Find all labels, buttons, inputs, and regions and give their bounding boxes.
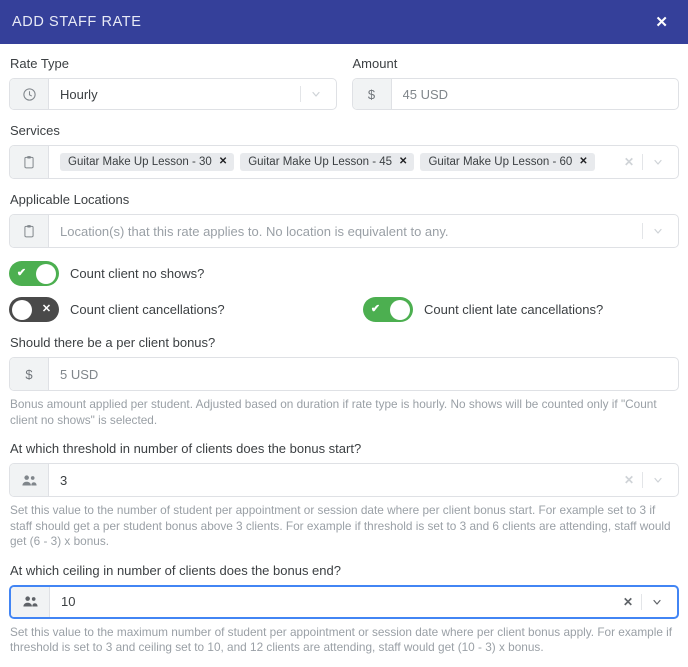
bonus-field: Should there be a per client bonus? $ 5 … <box>9 335 679 428</box>
dollar-icon: $ <box>10 358 49 390</box>
threshold-adornments: ✕ <box>616 464 678 496</box>
services-adornments: ✕ <box>616 146 678 178</box>
chevron-down-icon[interactable] <box>301 88 329 100</box>
toggle-label: Count client late cancellations? <box>424 302 604 317</box>
ceiling-value-area[interactable]: 10 <box>50 587 615 617</box>
amount-input-group[interactable]: $ 45 USD <box>351 78 679 110</box>
service-chip[interactable]: Guitar Make Up Lesson - 60 ✕ <box>420 153 595 171</box>
ceiling-select[interactable]: 10 ✕ <box>9 584 679 619</box>
page-title: ADD STAFF RATE <box>12 14 142 30</box>
people-icon <box>11 586 50 617</box>
amount-input[interactable]: 45 USD <box>403 87 449 102</box>
service-chip[interactable]: Guitar Make Up Lesson - 30 ✕ <box>60 153 235 171</box>
services-multiselect[interactable]: Guitar Make Up Lesson - 30 ✕ Guitar Make… <box>9 145 679 179</box>
locations-label: Applicable Locations <box>10 192 130 207</box>
bonus-input[interactable]: 5 USD <box>60 367 98 382</box>
dollar-icon: $ <box>352 79 392 109</box>
bonus-label: Should there be a per client bonus? <box>10 335 216 350</box>
locations-select[interactable]: Location(s) that this rate applies to. N… <box>9 214 679 248</box>
clipboard-icon <box>10 215 49 247</box>
clipboard-icon <box>10 146 49 178</box>
rate-type-adornments <box>299 79 336 109</box>
people-icon <box>10 464 49 497</box>
ceiling-adornments: ✕ <box>615 587 677 617</box>
locations-field: Applicable Locations Location(s) that th… <box>9 192 679 248</box>
toggle-glyph: ✔ <box>370 303 381 315</box>
service-chip-label: Guitar Make Up Lesson - 60 <box>428 156 573 168</box>
rate-type-value-area: Hourly <box>49 79 300 109</box>
dollar-sign: $ <box>25 366 33 382</box>
service-chip-label: Guitar Make Up Lesson - 45 <box>248 156 393 168</box>
modal-body: Rate Type Hourly Amount $ 45 USD Service… <box>0 44 688 656</box>
toggle-switch[interactable]: ✔ <box>9 261 59 286</box>
chevron-down-icon[interactable] <box>643 156 671 168</box>
threshold-select[interactable]: 3 ✕ <box>9 463 679 498</box>
toggle-count-no-shows[interactable]: ✔ Count client no shows? <box>9 261 679 286</box>
close-icon[interactable]: ✕ <box>653 11 670 34</box>
toggle-switch[interactable]: ✕ <box>9 297 59 322</box>
dollar-sign: $ <box>367 86 376 102</box>
ceiling-field: At which ceiling in number of clients do… <box>9 563 679 656</box>
threshold-field: At which threshold in number of clients … <box>9 441 679 550</box>
modal-header: ADD STAFF RATE ✕ <box>0 0 688 44</box>
locations-value-area[interactable]: Location(s) that this rate applies to. N… <box>49 215 642 247</box>
rate-amount-row: Rate Type Hourly Amount $ 45 USD <box>9 56 679 110</box>
chevron-down-icon[interactable] <box>643 225 671 237</box>
toggle-label: Count client no shows? <box>70 266 205 281</box>
toggle-glyph: ✕ <box>41 303 52 315</box>
locations-adornments <box>642 215 678 247</box>
bonus-value-area[interactable]: 5 USD <box>49 358 678 390</box>
remove-chip-icon[interactable]: ✕ <box>219 157 227 167</box>
ceiling-input[interactable]: 10 <box>61 594 75 609</box>
remove-chip-icon[interactable]: ✕ <box>399 157 407 167</box>
remove-chip-icon[interactable]: ✕ <box>579 157 587 167</box>
toggle-label: Count client cancellations? <box>70 302 225 317</box>
services-label: Services <box>10 123 60 138</box>
rate-type-label: Rate Type <box>10 56 70 71</box>
toggle-knob <box>12 299 32 320</box>
clock-icon <box>10 79 49 109</box>
toggle-row-2: ✕ Count client cancellations? ✔ Count cl… <box>9 297 679 322</box>
locations-placeholder: Location(s) that this rate applies to. N… <box>60 223 449 239</box>
services-chips-area[interactable]: Guitar Make Up Lesson - 30 ✕ Guitar Make… <box>49 146 616 178</box>
bonus-input-group[interactable]: $ 5 USD <box>9 357 679 391</box>
service-chip-label: Guitar Make Up Lesson - 30 <box>68 156 212 168</box>
threshold-input[interactable]: 3 <box>60 473 67 488</box>
threshold-helper-text: Set this value to the number of student … <box>10 503 671 549</box>
ceiling-label: At which ceiling in number of clients do… <box>10 562 341 578</box>
clear-icon[interactable]: ✕ <box>616 156 642 168</box>
toggle-glyph: ✔ <box>16 267 27 279</box>
amount-value-area[interactable]: 45 USD <box>392 79 679 109</box>
threshold-value-area[interactable]: 3 <box>49 464 616 496</box>
rate-type-field: Rate Type Hourly <box>9 56 337 110</box>
chevron-down-icon[interactable] <box>643 474 671 486</box>
services-chip-list: Guitar Make Up Lesson - 30 ✕ Guitar Make… <box>60 153 614 171</box>
chevron-down-icon[interactable] <box>642 596 670 608</box>
clear-icon[interactable]: ✕ <box>615 596 641 608</box>
toggle-count-cancellations[interactable]: ✕ Count client cancellations? <box>9 297 349 322</box>
toggle-knob <box>36 263 56 284</box>
service-chip[interactable]: Guitar Make Up Lesson - 45 ✕ <box>240 153 415 171</box>
toggle-count-late-cancellations[interactable]: ✔ Count client late cancellations? <box>363 297 603 322</box>
clear-icon[interactable]: ✕ <box>616 474 642 486</box>
toggle-row-1: ✔ Count client no shows? <box>9 261 679 286</box>
toggle-knob <box>390 299 410 320</box>
bonus-helper-text: Bonus amount applied per student. Adjust… <box>10 397 657 427</box>
ceiling-helper-text: Set this value to the maximum number of … <box>10 624 673 655</box>
amount-label: Amount <box>352 56 398 71</box>
services-field: Services Guitar Make Up Lesson - 30 ✕ Gu… <box>9 123 679 179</box>
rate-type-value: Hourly <box>60 86 98 102</box>
toggle-switch[interactable]: ✔ <box>363 297 413 322</box>
amount-field: Amount $ 45 USD <box>351 56 679 110</box>
threshold-label: At which threshold in number of clients … <box>10 441 362 457</box>
rate-type-select[interactable]: Hourly <box>9 78 337 110</box>
